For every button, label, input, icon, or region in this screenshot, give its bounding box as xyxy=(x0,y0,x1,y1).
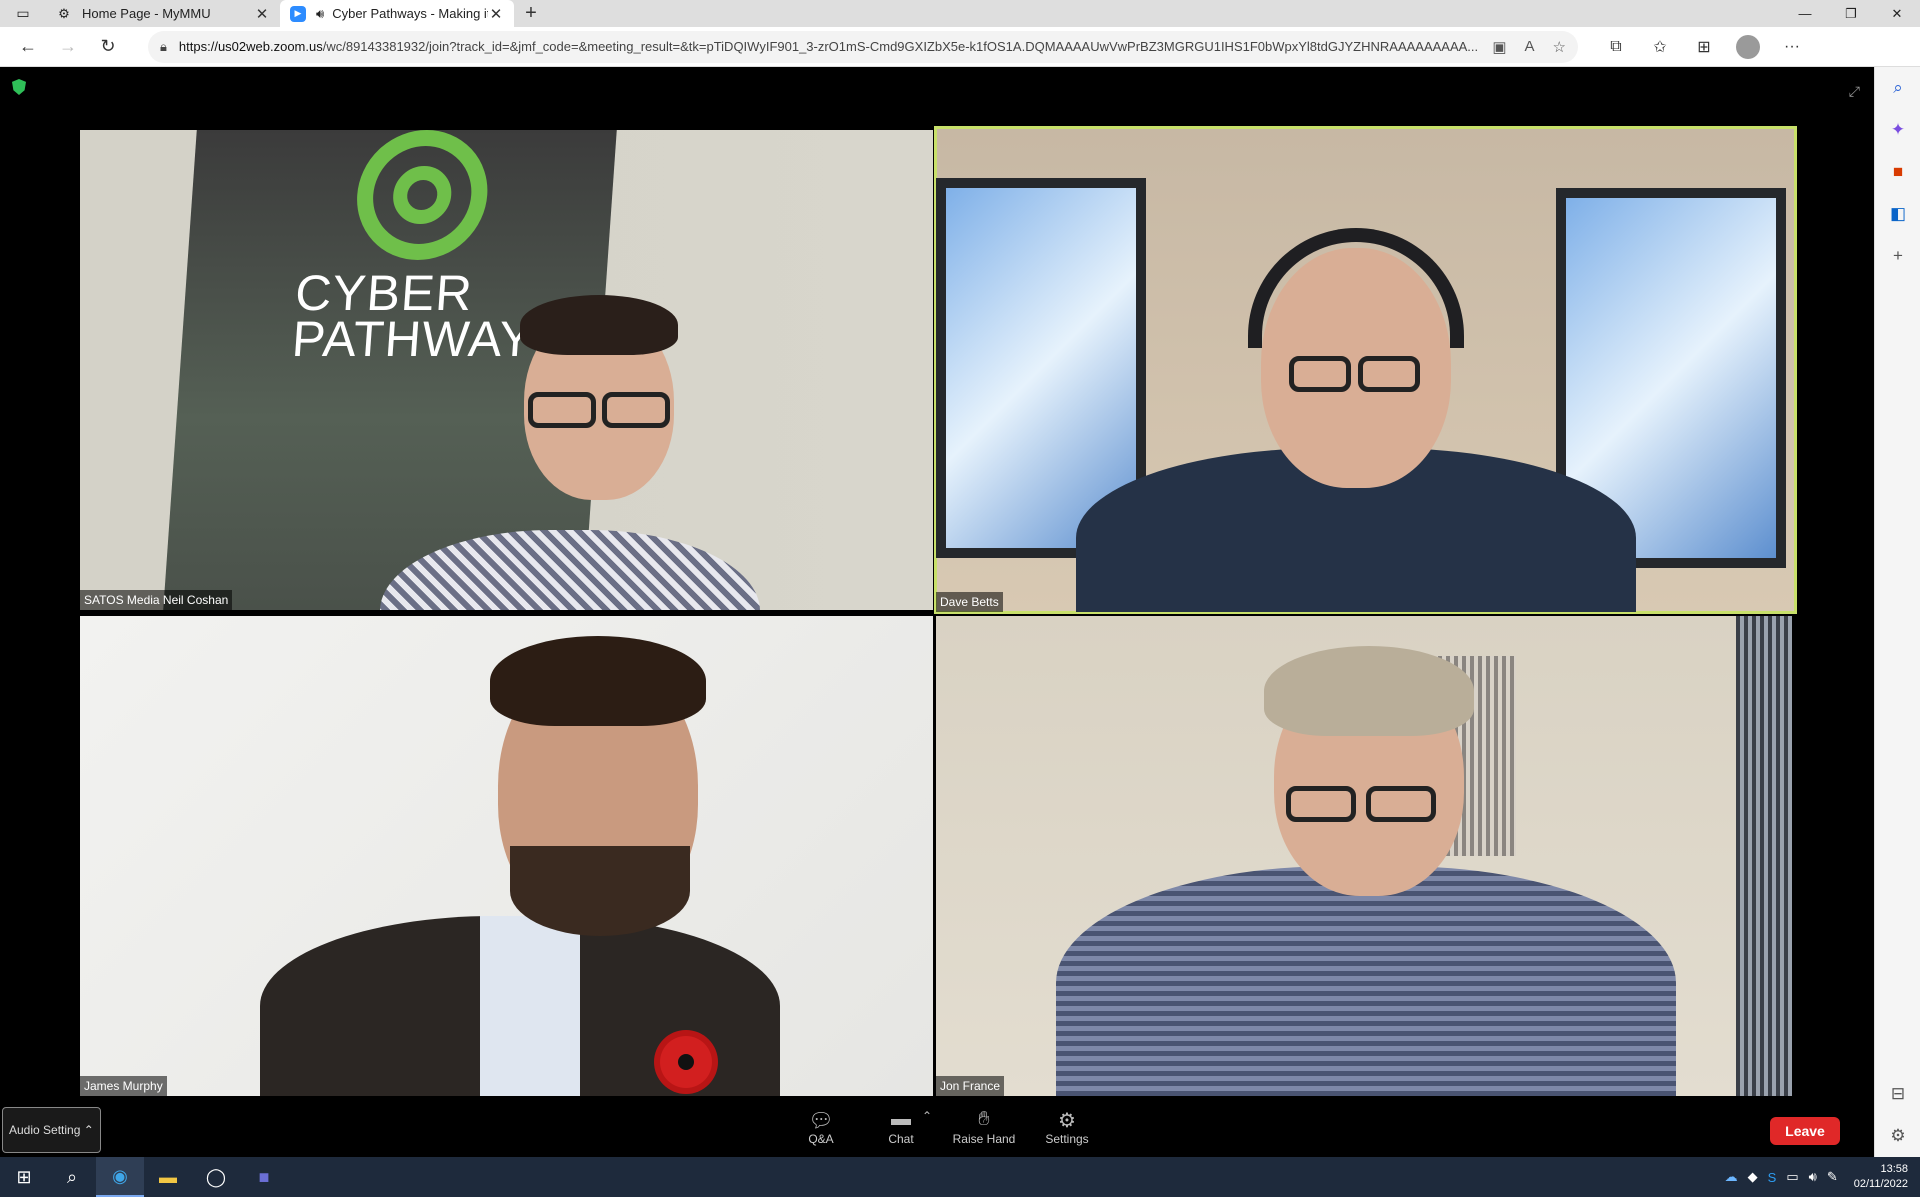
tab-cyber-pathways[interactable]: ▶ 🔊︎ Cyber Pathways - Making it ✕ xyxy=(280,0,514,27)
zoom-icon: ▶ xyxy=(290,5,306,22)
tab-title: Cyber Pathways - Making it xyxy=(332,6,488,21)
windows-taskbar: ⊞ ⌕ ◉ ▬ ◯ ■ ☁ ◆ S ▭ 🔊︎ ✎ 13:58 02/11/202… xyxy=(0,1157,1920,1197)
speaker-icon[interactable]: 🔊︎ xyxy=(316,6,324,22)
profile-avatar[interactable] xyxy=(1736,34,1760,59)
tab-mymmu[interactable]: ⚙ Home Page - MyMMU ✕ xyxy=(46,0,280,27)
clock-time: 13:58 xyxy=(1880,1163,1908,1175)
back-button[interactable]: ← xyxy=(8,27,48,67)
participant-name: James Murphy xyxy=(80,1076,167,1096)
qa-label: Q&A xyxy=(808,1132,834,1146)
teams-tray-icon[interactable]: ◆ xyxy=(1748,1169,1758,1185)
add-icon[interactable]: + xyxy=(1875,235,1920,277)
edge-sidebar: ⌕ ✦ ■ ◧ + ⊟ ⚙ xyxy=(1874,67,1920,1157)
close-tab-icon[interactable]: ✕ xyxy=(488,5,504,23)
edge-browser-icon[interactable]: ◉ xyxy=(96,1157,144,1197)
video-tile-jon-france[interactable]: Jon France xyxy=(936,616,1792,1096)
app-icon[interactable]: ◯ xyxy=(192,1157,240,1197)
settings-label: Settings xyxy=(1045,1132,1089,1146)
address-bar: ← → ↻ 🔒︎ https://us02web.zoom.us/wc/8914… xyxy=(0,27,1920,67)
meeting-controls: Audio Setting ⌃ 💬︎ Q&A ▬ Chat ⌃ ✋︎ Raise… xyxy=(0,1103,1874,1157)
close-window-button[interactable]: ✕ xyxy=(1874,0,1920,27)
close-tab-icon[interactable]: ✕ xyxy=(254,5,270,23)
browser-tab-bar: ▭ ⚙ Home Page - MyMMU ✕ ▶ 🔊︎ Cyber Pathw… xyxy=(0,0,1920,27)
hand-icon: ✋︎ xyxy=(978,1108,990,1130)
raise-hand-button[interactable]: ✋︎ Raise Hand xyxy=(944,1108,1024,1146)
video-tile-james-murphy[interactable]: James Murphy xyxy=(80,616,933,1096)
tab-actions-icon[interactable]: ▭ xyxy=(0,0,46,27)
search-icon[interactable]: ⌕ xyxy=(48,1157,96,1197)
network-icon[interactable]: ▭ xyxy=(1786,1169,1798,1185)
participant-name: SATOS Media Neil Coshan xyxy=(80,590,233,610)
background-blinds xyxy=(1736,616,1792,1096)
camera-blocked-icon[interactable]: ▣ xyxy=(1492,38,1506,56)
copilot-icon[interactable]: ✦ xyxy=(1875,109,1920,151)
sidebar-collapse-icon[interactable]: ⊟ xyxy=(1875,1073,1920,1115)
cyber-pathways-logo xyxy=(352,130,492,260)
qa-button[interactable]: 💬︎ Q&A xyxy=(781,1108,861,1146)
windows-start-icon[interactable]: ⊞ xyxy=(0,1157,48,1197)
sidebar-settings-icon[interactable]: ⚙ xyxy=(1875,1115,1920,1157)
teams-icon[interactable]: ■ xyxy=(240,1157,288,1197)
more-menu-icon[interactable]: ··· xyxy=(1770,35,1814,59)
add-favorite-icon[interactable]: ☆ xyxy=(1553,38,1566,56)
leave-button[interactable]: Leave xyxy=(1770,1117,1840,1145)
search-icon[interactable]: ⌕ xyxy=(1875,67,1920,109)
participant-name: Dave Betts xyxy=(936,592,1003,612)
poppy xyxy=(660,1036,712,1088)
volume-icon[interactable]: 🔊︎ xyxy=(1809,1169,1817,1185)
outlook-icon[interactable]: ◧ xyxy=(1875,193,1920,235)
office-icon[interactable]: ■ xyxy=(1875,151,1920,193)
video-tile-dave-betts[interactable]: Dave Betts xyxy=(934,126,1797,614)
clock-date: 02/11/2022 xyxy=(1853,1178,1908,1190)
onedrive-icon[interactable]: ☁ xyxy=(1725,1169,1738,1185)
audio-setting-label: Audio Setting xyxy=(9,1123,81,1137)
restore-button[interactable]: ❐ xyxy=(1828,0,1874,27)
video-tile-neil-coshan[interactable]: CYBER PATHWAYS SATOS Media Neil Coshan xyxy=(80,130,933,610)
raise-hand-label: Raise Hand xyxy=(952,1132,1016,1146)
fullscreen-icon[interactable]: ⤢ xyxy=(1849,83,1860,100)
minimize-button[interactable]: — xyxy=(1782,0,1828,27)
file-explorer-icon[interactable]: ▬ xyxy=(144,1157,192,1197)
collections-icon[interactable]: ⊞ xyxy=(1682,35,1726,59)
audio-setting-button[interactable]: Audio Setting ⌃ xyxy=(2,1107,101,1153)
favorites-icon[interactable]: ✩ xyxy=(1638,35,1682,59)
url-text: https://us02web.zoom.us/wc/89143381932/j… xyxy=(178,39,1479,54)
pen-icon[interactable]: ✎ xyxy=(1827,1169,1838,1185)
gear-icon: ⚙ xyxy=(1058,1110,1076,1132)
forward-button[interactable]: → xyxy=(48,27,88,67)
clock[interactable]: 13:58 02/11/2022 xyxy=(1848,1162,1914,1192)
settings-button[interactable]: ⚙ Settings xyxy=(1027,1108,1107,1146)
read-aloud-icon[interactable]: A xyxy=(1525,38,1535,56)
chat-chevron-icon[interactable]: ⌃ xyxy=(922,1109,932,1123)
chat-label: Chat xyxy=(888,1132,914,1146)
gear-icon: ⚙ xyxy=(58,5,70,21)
chat-icon: ▬ xyxy=(891,1108,911,1130)
skype-icon[interactable]: S xyxy=(1768,1170,1777,1185)
new-tab-button[interactable]: + xyxy=(514,0,548,27)
chevron-up-icon: ⌃ xyxy=(83,1123,94,1137)
lock-icon[interactable]: 🔒︎ xyxy=(160,39,167,55)
extensions-icon[interactable]: ⧉ xyxy=(1594,35,1638,59)
qa-icon: 💬︎ xyxy=(808,1110,834,1132)
refresh-button[interactable]: ↻ xyxy=(88,27,128,67)
meeting-area: ⤢ CYBER PATHWAYS SATOS Media Neil Coshan … xyxy=(0,67,1874,1157)
url-field[interactable]: 🔒︎ https://us02web.zoom.us/wc/8914338193… xyxy=(148,30,1578,63)
tab-title: Home Page - MyMMU xyxy=(82,6,211,21)
participant-name: Jon France xyxy=(936,1076,1005,1096)
security-shield-icon[interactable] xyxy=(12,79,26,95)
